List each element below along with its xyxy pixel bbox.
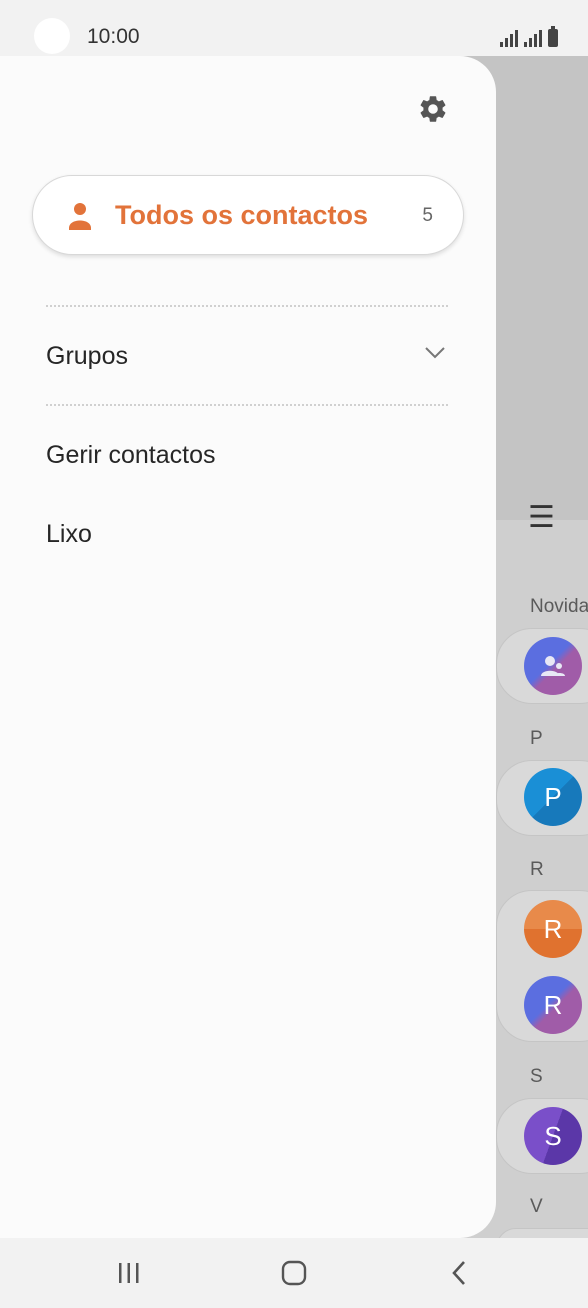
contact-avatar: P [524,768,582,826]
manage-contacts-menu-item[interactable]: Gerir contactos [46,441,216,470]
recent-apps-icon [119,1263,139,1283]
home-icon [281,1260,307,1286]
status-time: 10:00 [87,25,140,48]
navigation-drawer: Todos os contactos 5 Grupos Gerir contac… [0,56,496,1238]
all-contacts-button[interactable]: Todos os contactos 5 [32,175,464,255]
trash-menu-item[interactable]: Lixo [46,520,92,549]
divider [46,404,448,406]
contact-avatar: R [524,900,582,958]
person-icon [69,203,91,230]
hamburger-menu-icon[interactable]: ☰ [528,500,555,535]
contact-avatar [524,637,582,695]
section-header-new: Novida [530,596,588,617]
signal-icon [500,29,518,47]
signal-icon [524,29,542,47]
camera-cutout [34,18,70,54]
section-header-s: S [530,1066,543,1087]
section-header-v: V [530,1196,543,1217]
back-icon [452,1261,465,1285]
status-bar: 10:00 [0,0,588,56]
back-button[interactable] [446,1258,472,1288]
group-person-icon [541,656,565,676]
battery-icon [548,26,558,47]
gear-icon [420,96,446,122]
status-icons [500,25,558,47]
home-button[interactable] [280,1258,308,1288]
contact-avatar: R [524,976,582,1034]
divider [46,305,448,307]
navigation-bar [0,1238,588,1308]
section-header-p: P [530,728,543,749]
section-header-r: R [530,859,544,880]
recent-apps-button[interactable] [116,1258,142,1288]
groups-menu-item[interactable]: Grupos [46,342,128,371]
phone-screen: ☰ Novida P P R R R S S V 10:00 Todos os … [0,0,588,1308]
contact-avatar: S [524,1107,582,1165]
chevron-down-icon[interactable] [424,346,446,360]
settings-button[interactable] [414,90,452,128]
all-contacts-label: Todos os contactos [115,200,369,230]
all-contacts-count: 5 [422,205,433,226]
